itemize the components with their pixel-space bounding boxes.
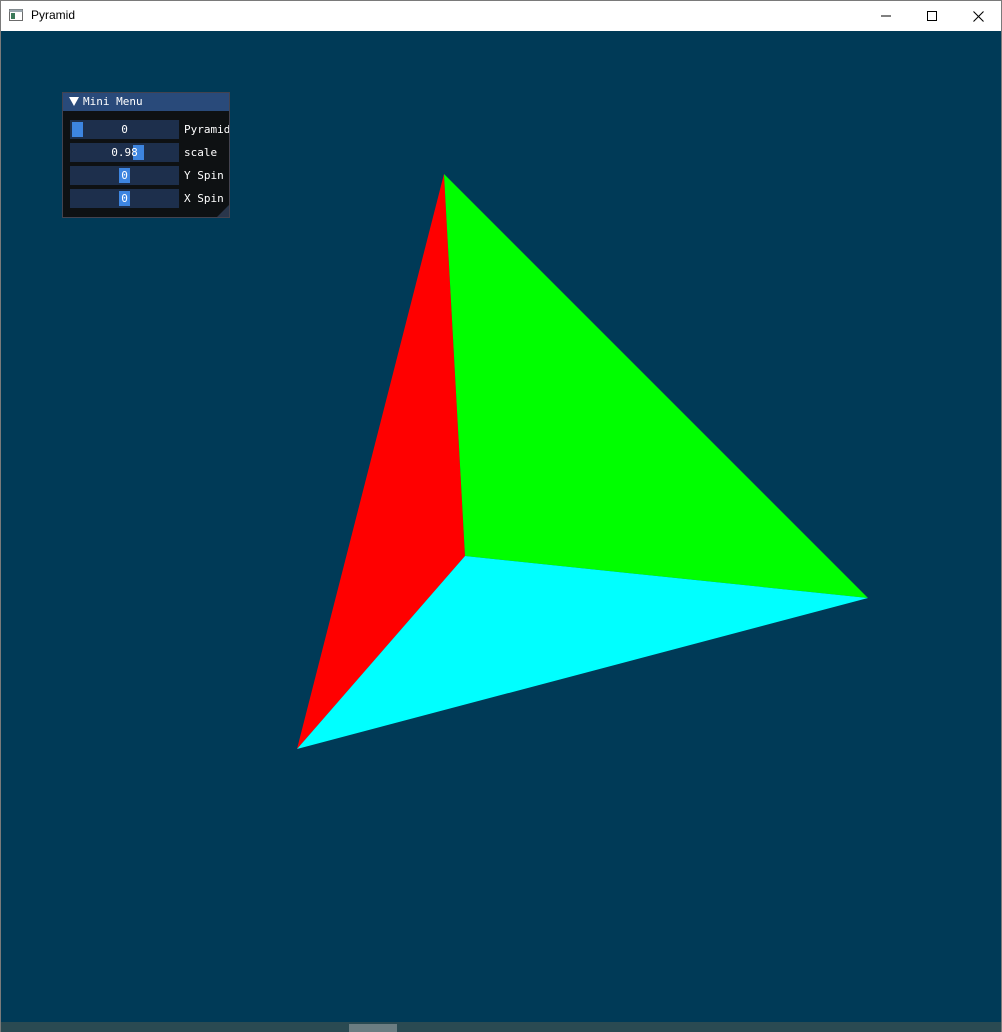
slider-row-scale: 0.98 scale (70, 143, 229, 162)
title-bar[interactable]: Pyramid (1, 1, 1001, 31)
gl-viewport[interactable]: Mini Menu 0 Pyramid 0.98 scale 0 Y Spin … (1, 31, 1001, 1022)
mini-menu-panel[interactable]: Mini Menu 0 Pyramid 0.98 scale 0 Y Spin … (62, 92, 230, 218)
app-window: Pyramid Mini Menu 0 Pyramid 0.98 scale 0… (0, 0, 1002, 1032)
slider-label: X Spin (184, 192, 224, 205)
slider-row-x-spin: 0 X Spin (70, 189, 229, 208)
mini-menu-title: Mini Menu (83, 95, 143, 108)
slider-label: Y Spin (184, 169, 224, 182)
x-spin-slider[interactable]: 0 (70, 189, 179, 208)
maximize-icon (927, 11, 937, 21)
collapse-triangle-icon[interactable] (69, 97, 79, 106)
slider-row-pyramid: 0 Pyramid (70, 120, 229, 139)
slider-value: 0.98 (111, 146, 138, 159)
resize-grip[interactable] (217, 205, 229, 217)
taskbar-strip (1, 1022, 1001, 1032)
slider-value: 0 (121, 123, 128, 136)
window-title: Pyramid (31, 8, 76, 22)
minimize-icon (881, 15, 891, 17)
slider-value: 0 (121, 192, 128, 205)
slider-row-y-spin: 0 Y Spin (70, 166, 229, 185)
minimize-button[interactable] (863, 1, 909, 31)
slider-label: scale (184, 146, 218, 159)
slider-label: Pyramid (184, 123, 229, 136)
pyramid-slider[interactable]: 0 (70, 120, 179, 139)
close-icon (972, 10, 984, 22)
maximize-button[interactable] (909, 1, 955, 31)
mini-menu-header[interactable]: Mini Menu (63, 93, 229, 111)
scale-slider[interactable]: 0.98 (70, 143, 179, 162)
slider-value: 0 (121, 169, 128, 182)
app-window-icon (9, 9, 23, 21)
close-button[interactable] (955, 1, 1001, 31)
taskbar-item[interactable] (349, 1024, 397, 1032)
y-spin-slider[interactable]: 0 (70, 166, 179, 185)
